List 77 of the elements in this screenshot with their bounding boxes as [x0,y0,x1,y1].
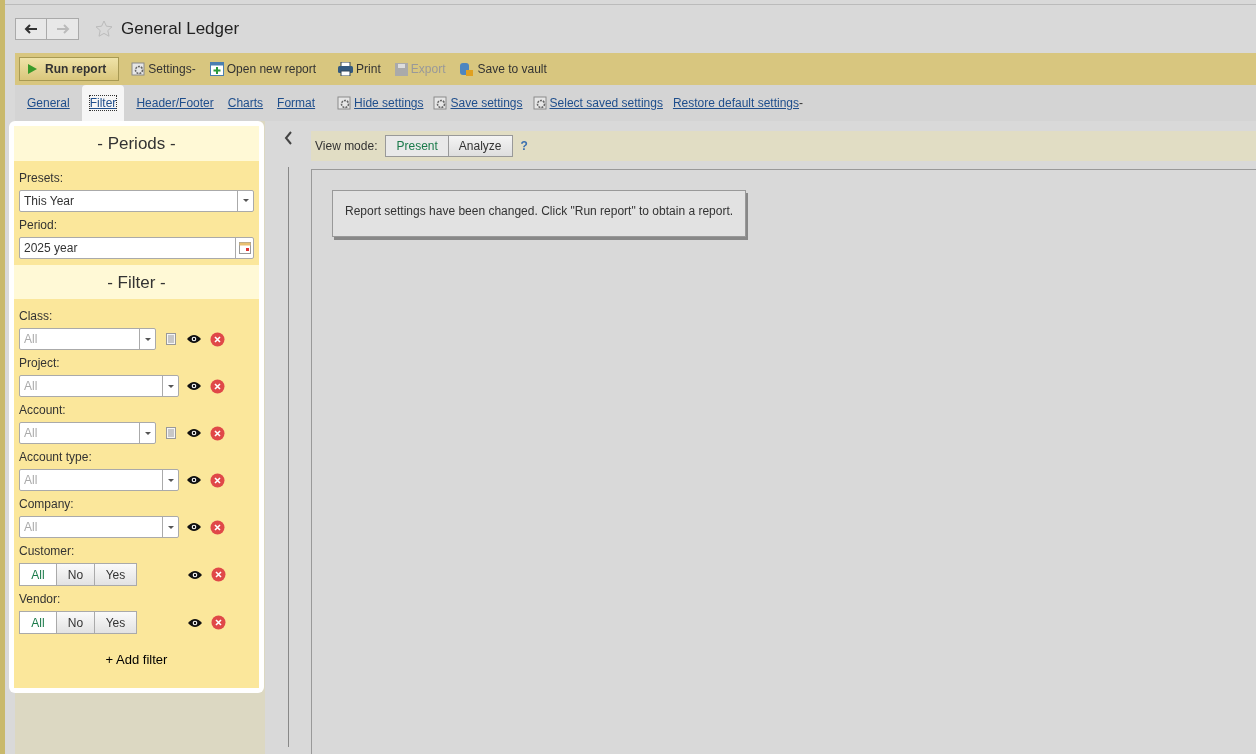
field-label: Account type: [19,449,93,466]
toggle-option[interactable]: No [57,563,95,586]
view-mode-option[interactable]: Analyze [448,135,513,157]
notice-message: Report settings have been changed. Click "Run report" to obtain a report. [332,190,747,237]
toggle-option[interactable]: No [57,611,95,634]
star-icon[interactable] [95,20,113,38]
settings-link[interactable]: Select saved settings [532,94,663,112]
dropdown-caret-icon [144,337,151,341]
settings-link[interactable]: Hide settings [337,94,424,112]
run-report-button[interactable]: Run report [19,57,120,81]
list-icon[interactable] [166,333,176,345]
dropdown-caret-icon [167,384,174,388]
settings-tab[interactable]: Header/Footer [134,94,216,112]
field-label: Project: [19,355,61,372]
remove-icon[interactable] [210,331,225,347]
view-mode-option[interactable]: Present [385,135,449,157]
page-title: General Ledger [121,18,240,41]
remove-icon[interactable] [211,615,226,630]
toolbar-button[interactable]: Open new report [207,60,319,78]
database-lock-icon [459,61,475,77]
period-field[interactable]: 2025 year [19,236,254,259]
help-link[interactable]: ? [520,137,528,155]
remove-icon[interactable] [210,378,225,394]
remove-icon[interactable] [210,472,225,488]
forward-arrow-icon [55,24,70,34]
gear-icon [532,96,547,110]
toggle-option[interactable]: All [19,563,57,586]
gear-icon [337,96,352,110]
eye-icon[interactable] [187,334,201,344]
section-heading: - Periods - [96,133,177,155]
gear-icon [131,62,146,76]
new-report-icon [209,62,224,76]
toggle-option[interactable]: Yes [95,563,137,586]
dropdown-caret-icon [144,431,151,435]
settings-tab[interactable]: Charts [225,94,266,112]
list-icon[interactable] [166,427,176,439]
play-icon [28,64,37,74]
remove-icon[interactable] [210,519,225,535]
calendar-icon[interactable] [238,241,251,254]
dropdown-caret-icon [167,478,174,482]
field-label: Period: [19,216,59,234]
toggle-option[interactable]: All [19,611,57,634]
eye-icon[interactable] [188,617,202,628]
field-label: Customer: [19,543,76,560]
eye-icon[interactable] [187,522,201,532]
remove-icon[interactable] [211,567,226,582]
back-button[interactable] [15,18,47,40]
toolbar-button[interactable]: Print [336,60,383,78]
back-arrow-icon [24,24,38,34]
view-mode-label: View mode: [315,138,378,155]
eye-icon[interactable] [188,569,202,580]
settings-tab[interactable]: Filter [81,85,125,121]
dropdown-caret-icon [242,199,249,202]
settings-tab[interactable]: Format [275,94,318,112]
eye-icon[interactable] [187,381,201,391]
section-heading: - Filter - [106,271,167,294]
dropdown-caret-icon [167,525,174,529]
menu-marker[interactable]: - [799,94,803,112]
toolbar-button[interactable]: Settings- [129,60,198,78]
eye-icon[interactable] [187,428,201,438]
field-label: Vendor: [19,591,62,608]
settings-link[interactable]: Save settings [433,94,523,112]
settings-link[interactable]: Restore default settings [672,94,799,112]
settings-tab[interactable]: General [25,94,72,112]
toolbar-button[interactable]: Save to vault [457,60,549,78]
field-label: Account: [19,402,67,419]
field-label: Presets: [19,169,64,187]
gear-icon [433,96,448,110]
eye-icon[interactable] [187,475,201,485]
add-filter-link[interactable]: + Add filter [19,638,254,678]
remove-icon[interactable] [210,425,225,441]
field-label: Class: [19,308,54,325]
printer-icon [338,62,354,76]
presets-dropdown[interactable]: This Year [19,189,254,212]
field-label: Company: [19,496,75,513]
collapse-chevron-icon[interactable] [283,131,293,145]
toggle-option[interactable]: Yes [95,611,137,634]
